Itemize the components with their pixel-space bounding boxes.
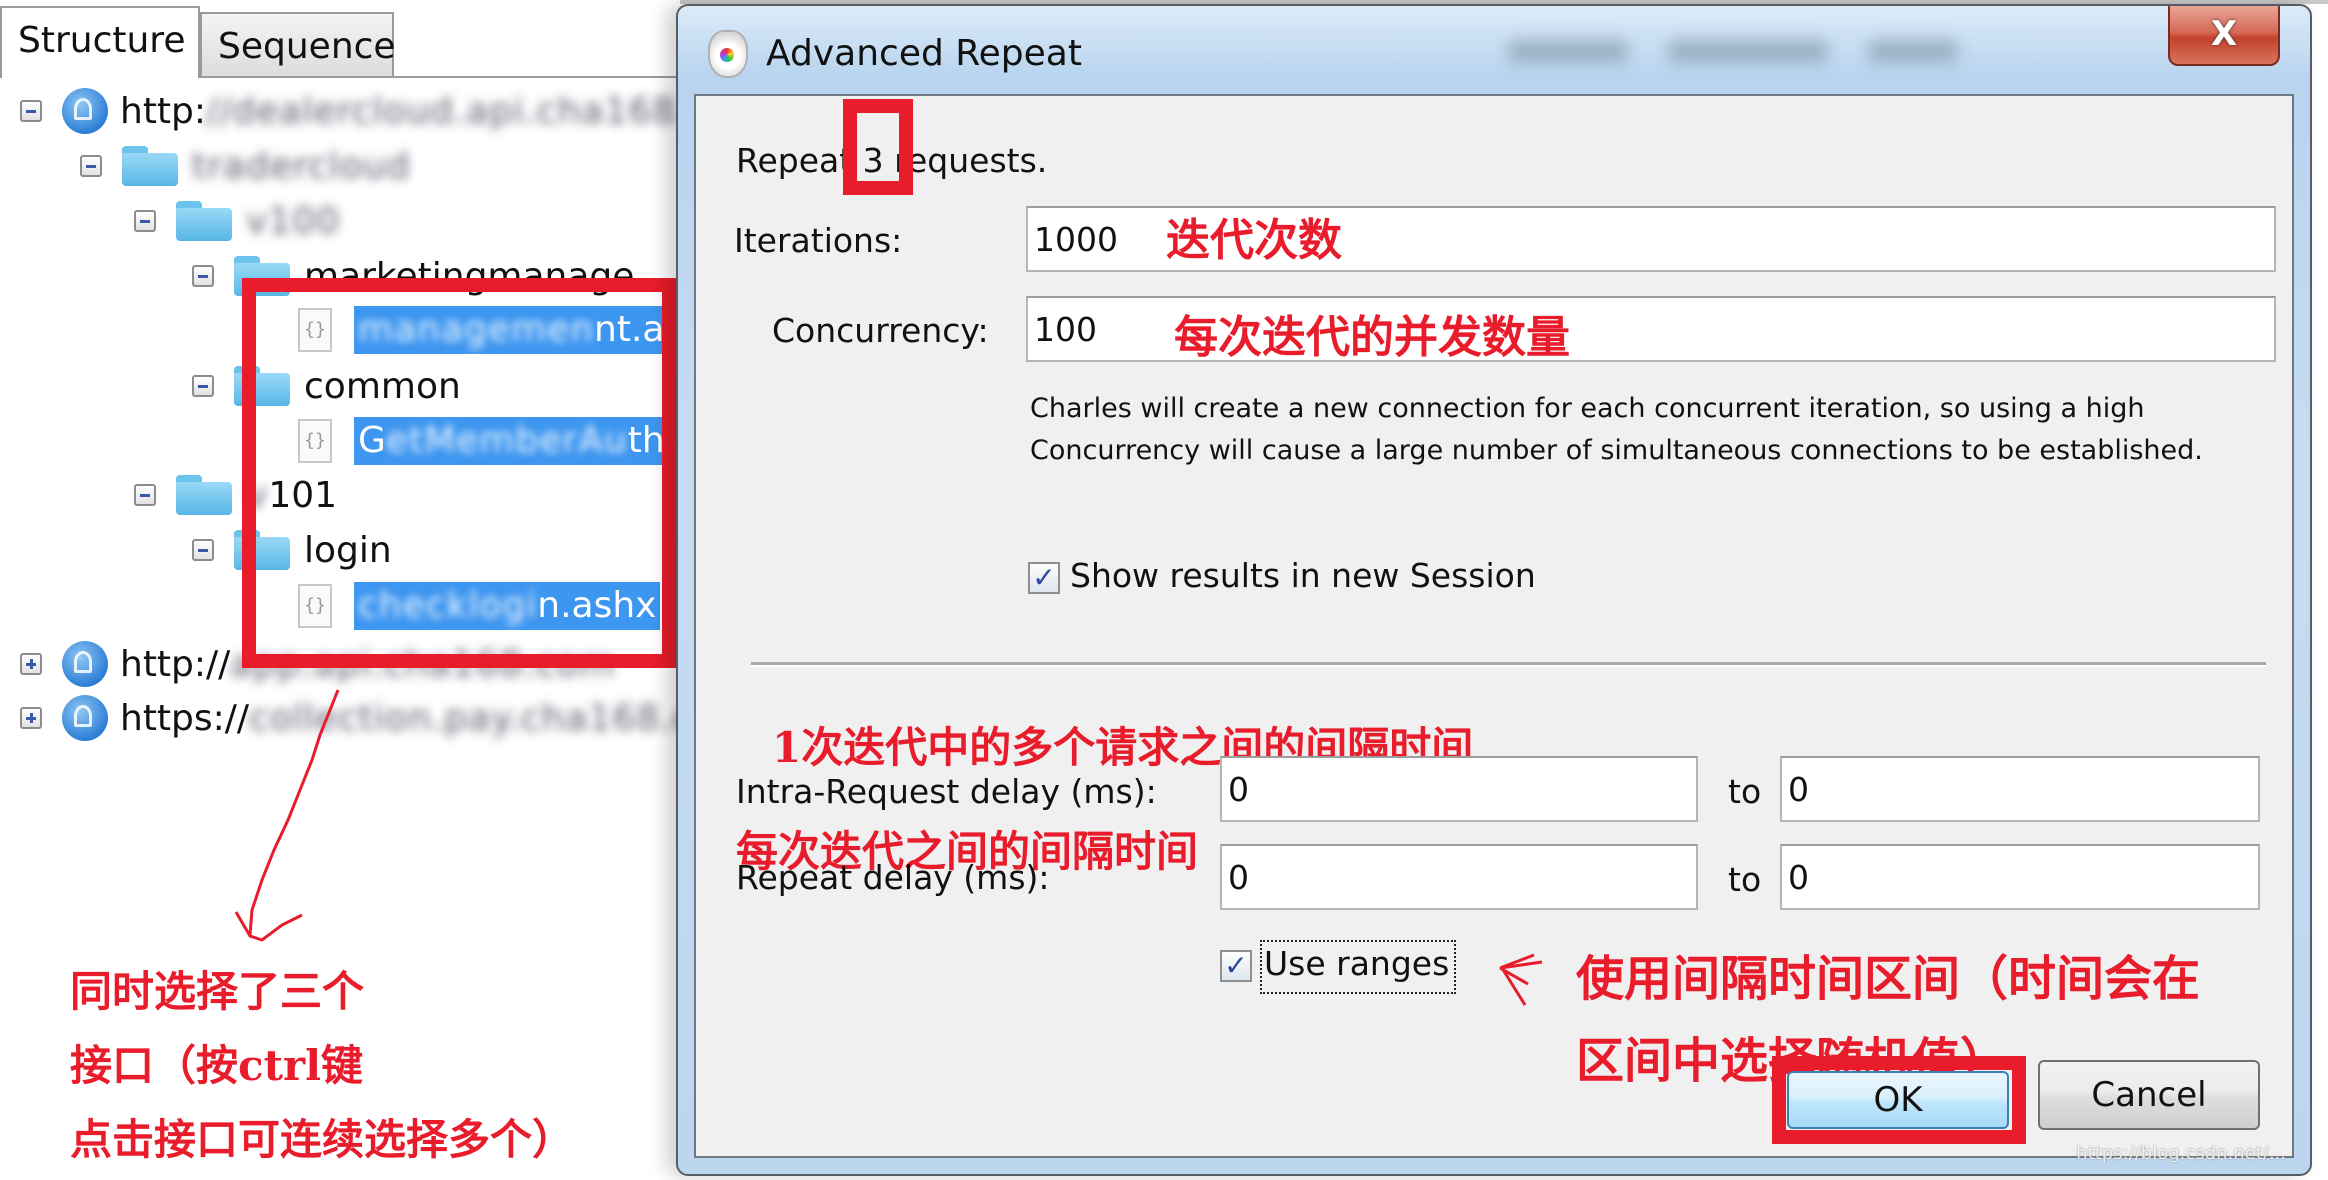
ok-button[interactable]: OK: [1787, 1071, 2009, 1129]
annotation-selection-line3: 点击接口可连续选择多个）: [70, 1115, 575, 1164]
expand-toggle-icon[interactable]: [20, 653, 42, 675]
folder-icon: [176, 201, 232, 241]
tree-node-folder[interactable]: tradercloud: [80, 140, 410, 192]
folder-icon: [234, 530, 290, 570]
dialog-title: Advanced Repeat: [766, 33, 1082, 74]
folder-icon: [234, 366, 290, 406]
tree-node-label: http:: [120, 90, 207, 132]
folder-icon: [176, 475, 232, 515]
tree-node-label: https://: [120, 697, 250, 739]
intra-request-delay-from-input[interactable]: 0: [1220, 756, 1698, 822]
repeat-delay-from-value: 0: [1228, 857, 1249, 897]
show-results-label[interactable]: Show results in new Session: [1070, 556, 1536, 595]
tree-node-host[interactable]: http:// app.api.cha168.com: [20, 638, 616, 690]
tree-node-label: common: [304, 365, 461, 407]
concurrency-help-text: Charles will create a new connection for…: [1030, 393, 2203, 466]
redacted-text: tradercloud: [192, 145, 411, 187]
tree-node-host[interactable]: http: //dealercloud.api.cha168.co: [20, 85, 732, 137]
tree-node-label: login: [304, 529, 392, 571]
tree-node-folder[interactable]: v100: [134, 195, 340, 247]
tree-node-label: th.: [627, 420, 677, 461]
concurrency-value: 100: [1034, 309, 1097, 349]
redacted-text: checklogi: [358, 585, 538, 626]
tree-node-folder[interactable]: login: [192, 524, 392, 576]
dialog-content: Repeat 3 requests. Iterations: 1000 迭代次数…: [694, 94, 2294, 1158]
summary-prefix: Repeat: [736, 141, 863, 180]
file-code-icon: {}: [298, 308, 332, 352]
tab-sequence[interactable]: Sequence: [200, 12, 396, 78]
collapse-toggle-icon[interactable]: [134, 484, 156, 506]
request-count: 3: [862, 141, 884, 180]
iterations-value: 1000: [1034, 219, 1118, 259]
tree-node-folder[interactable]: marketingmanage: [192, 250, 634, 302]
watermark-text: https://blog.csdn.net/...: [2076, 1143, 2286, 1164]
selected-file-label: managemennt.ash: [354, 306, 711, 354]
redacted-text: etMemberAu: [385, 420, 628, 461]
redacted-text: //dealercloud.api.cha168.co: [206, 90, 733, 132]
background-blur: [1508, 22, 2108, 82]
close-button[interactable]: X: [2168, 6, 2280, 66]
tree-node-folder[interactable]: common: [192, 360, 461, 412]
annotation-iterations: 迭代次数: [1166, 215, 1342, 266]
collapse-toggle-icon[interactable]: [192, 539, 214, 561]
charles-jug-icon: [708, 30, 748, 78]
collapse-toggle-icon[interactable]: [20, 100, 42, 122]
selected-file-label: GetMemberAuth.: [354, 417, 681, 465]
tree-node-host[interactable]: https:// collection.pay.cha168.com: [20, 692, 752, 744]
tree-node-label: n.ashx: [537, 585, 657, 626]
repeat-delay-from-input[interactable]: 0: [1220, 844, 1698, 910]
tree-node-folder[interactable]: v 101: [134, 469, 337, 521]
folder-icon: [234, 256, 290, 296]
repeat-delay-to-input[interactable]: 0: [1780, 844, 2260, 910]
use-ranges-label[interactable]: Use ranges: [1264, 944, 1449, 983]
tab-structure[interactable]: Structure: [0, 6, 200, 78]
summary-suffix: requests.: [883, 141, 1048, 180]
repeat-delay-label: Repeat delay (ms):: [736, 858, 1050, 897]
repeat-delay-to-value: 0: [1788, 857, 1809, 897]
show-results-checkbox[interactable]: ✓: [1028, 562, 1060, 594]
cancel-button[interactable]: Cancel: [2038, 1060, 2260, 1130]
iterations-label: Iterations:: [734, 221, 903, 260]
tree-node-label: marketingmanage: [304, 255, 635, 297]
use-ranges-checkbox[interactable]: ✓: [1220, 950, 1252, 982]
section-separator: [751, 662, 2266, 667]
intra-request-delay-label: Intra-Request delay (ms):: [736, 772, 1157, 811]
redacted-text: managemen: [358, 309, 595, 350]
host-globe-icon: [62, 88, 108, 134]
intra-request-delay-to-input[interactable]: 0: [1780, 756, 2260, 822]
redacted-text: app.api.cha168.com: [230, 643, 616, 685]
collapse-toggle-icon[interactable]: [80, 155, 102, 177]
tree-node-file[interactable]: {} GetMemberAuth.: [298, 415, 681, 467]
repeat-delay-to-label: to: [1728, 860, 1762, 899]
intra-delay-to-label: to: [1728, 772, 1762, 811]
structure-pane: Structure Sequence http: //dealercloud.a…: [0, 0, 751, 1180]
annotation-selection-line2: 接口（按ctrl键: [70, 1041, 364, 1090]
tree-node-label: 101: [268, 474, 338, 516]
host-globe-icon: [62, 641, 108, 687]
advanced-repeat-dialog: Advanced Repeat X Repeat 3 requests. Ite…: [676, 4, 2312, 1176]
collapse-toggle-icon[interactable]: [192, 265, 214, 287]
redacted-text: v: [246, 474, 269, 516]
folder-icon: [122, 146, 178, 186]
concurrency-label: Concurrency:: [772, 311, 989, 350]
annotation-use-ranges-line1: 使用间隔时间区间（时间会在: [1576, 951, 2201, 1007]
repeat-summary: Repeat 3 requests.: [736, 141, 1047, 180]
intra-delay-from-value: 0: [1228, 769, 1249, 809]
intra-delay-to-value: 0: [1788, 769, 1809, 809]
host-globe-icon: [62, 695, 108, 741]
tree-node-file[interactable]: {} managemennt.ash: [298, 304, 711, 356]
selected-file-label: checklogin.ashx: [354, 582, 661, 630]
collapse-toggle-icon[interactable]: [134, 210, 156, 232]
annotation-concurrency: 每次迭代的并发数量: [1174, 312, 1570, 363]
expand-toggle-icon[interactable]: [20, 707, 42, 729]
collapse-toggle-icon[interactable]: [192, 375, 214, 397]
redacted-text: v100: [246, 200, 341, 242]
tree-node-file[interactable]: {} checklogin.ashx: [298, 580, 661, 632]
file-code-icon: {}: [298, 584, 332, 628]
annotation-selection-line1: 同时选择了三个: [70, 967, 365, 1016]
tree-node-label: G: [358, 420, 386, 461]
tree-node-label: http://: [120, 643, 231, 685]
file-code-icon: {}: [298, 419, 332, 463]
